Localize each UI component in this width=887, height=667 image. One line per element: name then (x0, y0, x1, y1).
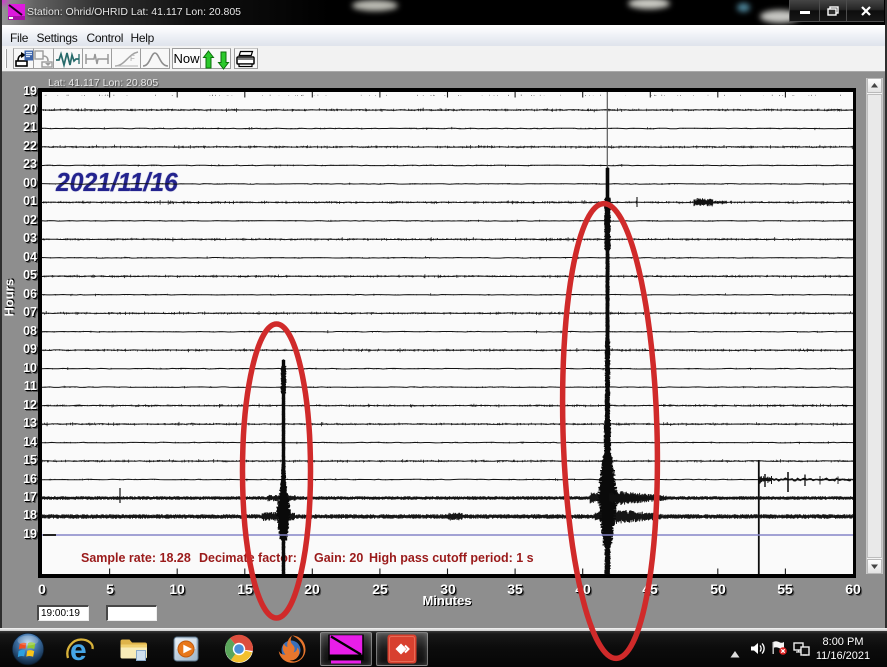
svg-text:F: F (130, 54, 135, 63)
